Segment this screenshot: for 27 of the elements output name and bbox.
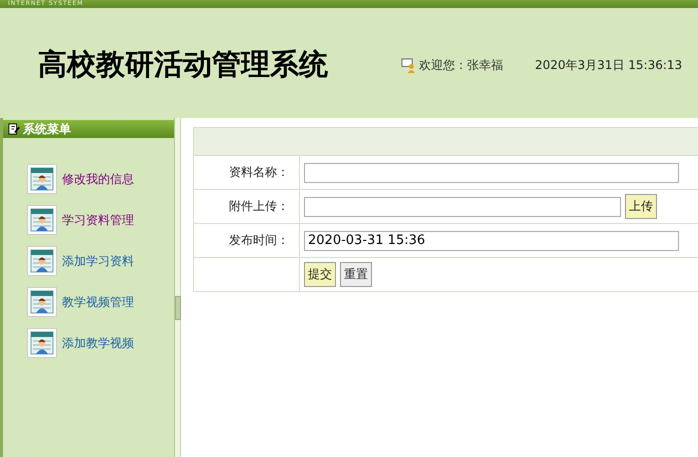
splitter-handle[interactable] [175,296,181,320]
input-field[interactable] [304,196,621,216]
menu-link[interactable]: 教学视频管理 [62,294,134,310]
site-title: 高校教研活动管理系统 [38,46,329,83]
user-card-icon [27,246,57,276]
reset-button[interactable]: 重置 [340,262,372,287]
user-icon [401,58,416,72]
submit-button[interactable]: 提交 [304,262,336,287]
user-card-icon [27,164,57,194]
splitter-bar[interactable] [175,118,181,457]
menu-link[interactable]: 修改我的信息 [62,170,134,188]
input-field[interactable]: 2020-03-31 15:36 [304,230,679,250]
field-label: 附件上传： [194,190,300,223]
user-card-icon [27,328,57,358]
edit-icon [8,123,20,135]
menu-link[interactable]: 添加教学视频 [62,334,134,352]
field-label: 资料名称： [194,156,300,189]
user-card-icon [27,287,57,317]
user-card-icon [27,205,57,235]
upload-button[interactable]: 上传 [625,194,657,219]
welcome-text: 欢迎您：张幸福 [419,56,503,74]
menu-link[interactable]: 添加学习资料 [62,252,134,270]
input-field[interactable] [304,162,679,182]
field-label: 发布时间： [194,224,300,257]
sidebar-title: 系统菜单 [23,120,71,138]
date-time: 2020年3月31日 15:36:13 [535,56,682,74]
menu-link[interactable]: 学习资料管理 [62,212,134,228]
